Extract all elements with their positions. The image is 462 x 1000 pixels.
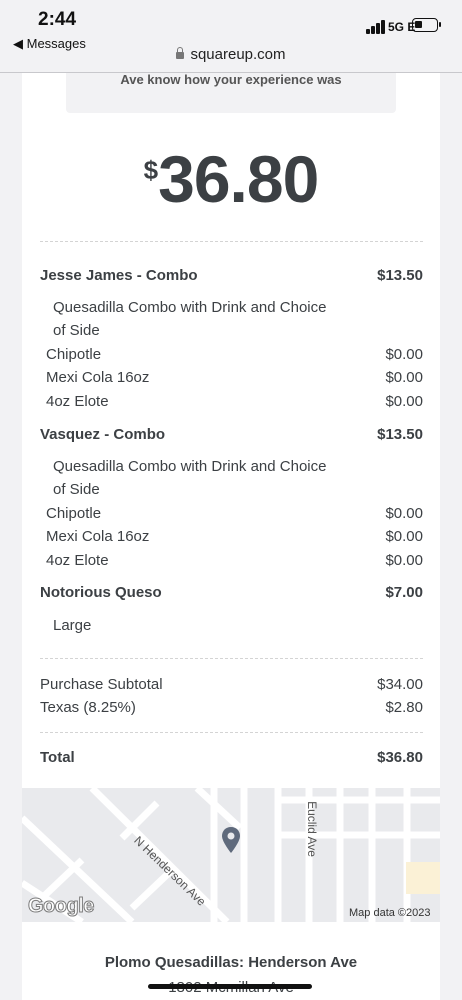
subtotal-label: Purchase Subtotal [40, 676, 163, 693]
url-text: squareup.com [190, 46, 286, 63]
divider [40, 732, 423, 733]
item-description-line: Quesadilla Combo with Drink and Choice [53, 299, 327, 316]
modifier-price: $0.00 [385, 528, 423, 545]
modifier-price: $0.00 [385, 369, 423, 386]
lock-icon [176, 47, 185, 59]
map-attribution[interactable]: Map data ©2023 [349, 907, 431, 919]
item-description-line: of Side [53, 481, 100, 498]
store-name: Plomo Quesadillas: Henderson Ave [104, 954, 358, 971]
item-description: Quesadilla Combo with Drink and Choice o… [53, 296, 373, 342]
total-amount: $36.80 [22, 141, 440, 217]
modifier-price: $0.00 [385, 346, 423, 363]
total-label: Total [40, 749, 75, 766]
battery-icon [412, 18, 441, 32]
feedback-banner[interactable]: Ave know how your experience was [66, 73, 396, 113]
item-description: Large [53, 614, 373, 637]
signal-icon [366, 20, 386, 34]
store-map[interactable]: N Henderson Ave Euclid Ave Google Map da… [22, 788, 440, 922]
subtotal-value: $34.00 [377, 676, 423, 693]
item-price: $7.00 [385, 584, 423, 601]
status-bar: 2:44 ◀ Messages 5G E [0, 0, 462, 52]
item-description-line: Quesadilla Combo with Drink and Choice [53, 458, 327, 475]
home-indicator[interactable] [148, 984, 312, 989]
modifier-price: $0.00 [385, 552, 423, 569]
modifier-name: Mexi Cola 16oz [46, 369, 150, 386]
tax-label: Texas (8.25%) [40, 699, 136, 716]
item-price: $13.50 [377, 267, 423, 284]
status-time: 2:44 [38, 9, 77, 30]
address-bar[interactable]: squareup.com [0, 46, 462, 72]
modifier-name: 4oz Elote [46, 552, 109, 569]
modifier-name: Mexi Cola 16oz [46, 528, 150, 545]
divider [40, 241, 423, 242]
modifier-name: 4oz Elote [46, 393, 109, 410]
divider [40, 658, 423, 659]
currency-symbol: $ [143, 155, 159, 185]
map-pin-icon[interactable] [221, 826, 241, 854]
item-name: Jesse James - Combo [40, 267, 198, 284]
modifier-price: $0.00 [385, 505, 423, 522]
amount-value: 36.80 [158, 142, 319, 216]
item-description-line: of Side [53, 322, 100, 339]
modifier-name: Chipotle [46, 505, 102, 522]
receipt-card: Ave know how your experience was $36.80 … [22, 73, 440, 788]
modifier-price: $0.00 [385, 393, 423, 410]
google-logo: Google [28, 895, 95, 918]
feedback-text: Ave know how your experience was [120, 72, 342, 87]
total-value: $36.80 [377, 749, 423, 766]
item-description: Quesadilla Combo with Drink and Choice o… [53, 455, 373, 501]
modifier-name: Chipotle [46, 346, 102, 363]
item-name: Notorious Queso [40, 584, 162, 601]
item-name: Vasquez - Combo [40, 426, 166, 443]
street-label-euclid: Euclid Ave [304, 801, 319, 857]
item-description-line: Large [53, 617, 92, 634]
tax-value: $2.80 [385, 699, 423, 716]
item-price: $13.50 [377, 426, 423, 443]
